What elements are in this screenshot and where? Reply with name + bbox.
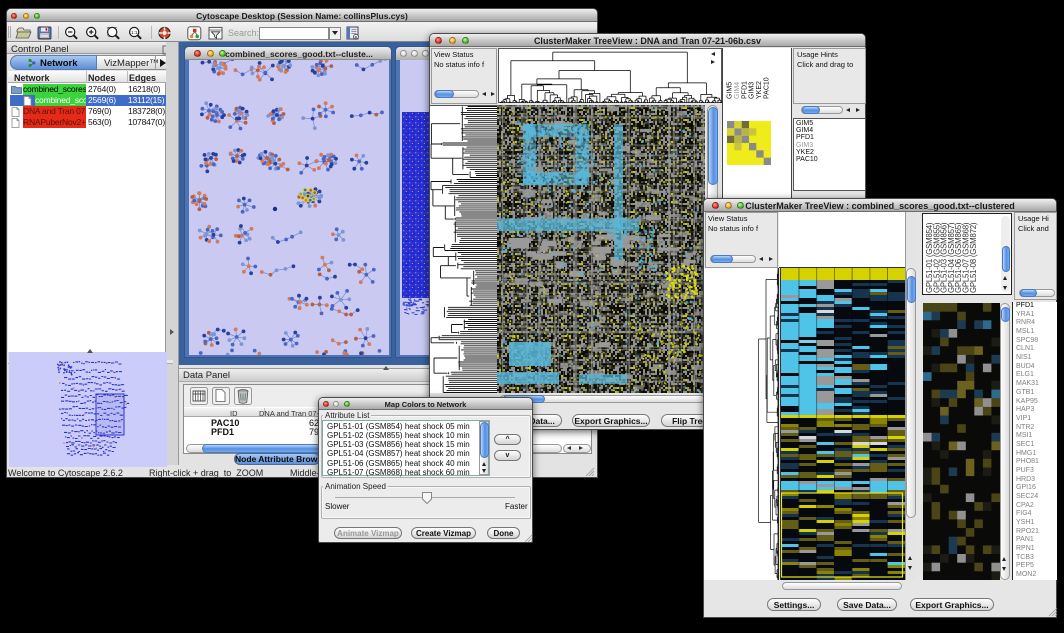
svg-text:PAC10: PAC10 [764, 77, 771, 99]
svg-text:GIM4: GIM4 [734, 82, 741, 99]
svg-text:YKE2: YKE2 [756, 81, 763, 99]
svg-text:GIM5: GIM5 [727, 82, 734, 99]
svg-text:PFD1: PFD1 [741, 81, 748, 99]
svg-text:GPL51-08 (GSM872): GPL51-08 (GSM872) [969, 222, 978, 293]
svg-text:GIM3: GIM3 [749, 82, 756, 99]
svg-text:1:1: 1:1 [131, 30, 138, 35]
svg-text:B: B [355, 34, 358, 39]
